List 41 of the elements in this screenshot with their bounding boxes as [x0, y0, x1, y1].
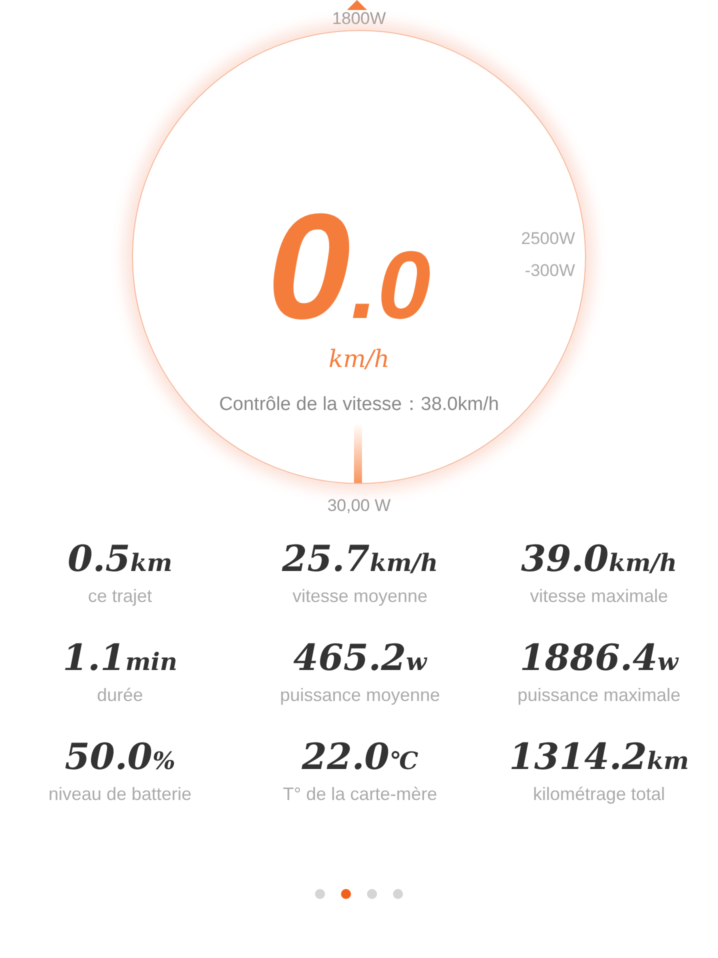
speed-decimal: .0 [350, 238, 431, 334]
stat-value: 39.0 [521, 538, 609, 580]
power-needle [354, 423, 362, 483]
page-dot[interactable] [367, 889, 377, 899]
power-scale-label: 1800W [332, 10, 386, 27]
page-dot[interactable] [393, 889, 403, 899]
stat-unit: km [646, 746, 689, 775]
stat-unit: % [152, 746, 176, 775]
stat-label: vitesse maximale [530, 586, 668, 607]
stat-unit: w [658, 647, 678, 676]
stat-unit: ℃ [389, 746, 418, 775]
power-scale-label: 2500W [521, 229, 575, 249]
stat-label: puissance moyenne [280, 685, 440, 706]
stat-value: 1314.2 [509, 736, 647, 778]
pointer-icon [345, 0, 369, 10]
stat-unit: km/h [608, 548, 677, 577]
stat-value: 465.2 [293, 637, 406, 679]
speed-value: 0 [267, 191, 351, 341]
stat-value: 25.7 [282, 538, 370, 580]
stat-label: T° de la carte-mère [282, 784, 438, 805]
stat-label: puissance maximale [517, 685, 681, 706]
stat-label: niveau de batterie [48, 784, 192, 805]
power-scale-label: -300W [524, 261, 575, 281]
stat-label: durée [96, 685, 144, 706]
stat-value: 22.0 [302, 736, 390, 778]
stat-value: 50.0 [64, 736, 152, 778]
stat-value: 0.5 [68, 538, 130, 580]
stat-unit: w [406, 647, 427, 676]
stat-label: ce trajet [88, 586, 152, 607]
stat-unit: km [130, 548, 172, 577]
stat-unit: km/h [370, 548, 438, 577]
stat-value: 1.1 [62, 637, 126, 679]
power-reading: 30,00 W [327, 496, 391, 516]
page-dot[interactable] [341, 889, 351, 899]
stat-value: 1886.4 [520, 637, 658, 679]
stat-label: vitesse moyenne [292, 586, 428, 607]
speed-unit: km/h [328, 345, 390, 373]
page-dot[interactable] [315, 889, 325, 899]
stat-unit: min [125, 647, 178, 676]
stat-label: kilométrage total [532, 784, 666, 805]
speed-control-text: Contrôle de la vitesse：38.0km/h [219, 393, 499, 417]
